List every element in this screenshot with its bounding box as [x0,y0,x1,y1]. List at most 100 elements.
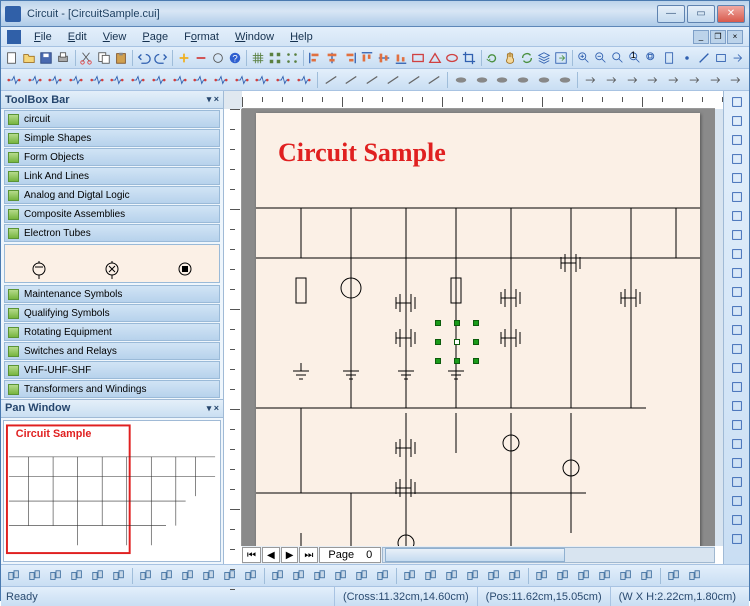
connector-6-button[interactable] [128,71,148,89]
shape-tri-button[interactable] [427,49,443,67]
category-bot-4[interactable]: VHF-UHF-SHF [4,361,220,379]
fill-3-button[interactable] [513,71,533,89]
shape-rect-button[interactable] [410,49,426,67]
arrange-24-button[interactable] [532,567,552,585]
arrow-style-6-button[interactable] [706,71,726,89]
arrange-9-button[interactable] [199,567,219,585]
connector-8-button[interactable] [170,71,190,89]
close-button[interactable]: ✕ [717,5,745,23]
fill-1-button[interactable] [472,71,492,89]
save-button[interactable] [38,49,54,67]
fill-tool-button[interactable] [727,492,747,510]
connector-3-button[interactable] [66,71,86,89]
img-tool-button[interactable] [727,473,747,491]
connector-14-button[interactable] [294,71,314,89]
mdi-close-button[interactable]: × [727,30,743,44]
category-top-2[interactable]: Form Objects [4,148,220,166]
line-tool-button[interactable] [696,49,712,67]
snap-button[interactable] [267,49,283,67]
spline-tool-button[interactable] [727,378,747,396]
ellipse-tool-button[interactable] [727,226,747,244]
fill-4-button[interactable] [534,71,554,89]
tab-nav-prev[interactable]: ◀ [262,547,280,563]
connector-7-button[interactable] [149,71,169,89]
arrow-style-1-button[interactable] [602,71,622,89]
align-top-button[interactable] [359,49,375,67]
rect-tool-button[interactable] [713,49,729,67]
pan-hand-icon[interactable] [501,49,517,67]
paste-button[interactable] [113,49,129,67]
arrange-16-button[interactable] [352,567,372,585]
db-tool-button[interactable] [727,530,747,548]
arrange-1-button[interactable] [25,567,45,585]
toolbox-options-button[interactable]: ▾ × [207,94,219,105]
arrange-25-button[interactable] [553,567,573,585]
line-style-3-button[interactable] [383,71,403,89]
connector-0-button[interactable] [4,71,24,89]
pointer-tool-button[interactable] [727,93,747,111]
arrange-13-button[interactable] [289,567,309,585]
bezier-tool-button[interactable] [727,359,747,377]
freeform-tool-button[interactable] [727,302,747,320]
arrange-8-button[interactable] [178,567,198,585]
category-top-5[interactable]: Composite Assemblies [4,205,220,223]
arrange-22-button[interactable] [484,567,504,585]
arrange-20-button[interactable] [442,567,462,585]
zoom-fit-button[interactable] [610,49,626,67]
tab-nav-next[interactable]: ▶ [281,547,299,563]
arrange-14-button[interactable] [310,567,330,585]
cut-button[interactable] [78,49,94,67]
zoom-sel-button[interactable] [644,49,660,67]
move-tool-button[interactable] [727,340,747,358]
arrange-12-button[interactable] [268,567,288,585]
zoom-100-button[interactable]: 1 [627,49,643,67]
pie-tool-button[interactable] [727,264,747,282]
polygon-tool-button[interactable] [727,283,747,301]
crop-button[interactable] [461,49,477,67]
panwin-options-button[interactable]: ▾ × [207,403,219,414]
menu-view[interactable]: View [96,30,134,44]
rotate-button[interactable] [484,49,500,67]
category-bot-0[interactable]: Maintenance Symbols [4,285,220,303]
arc-tool-button[interactable] [727,245,747,263]
tab-nav-last[interactable]: ⏭ [299,547,318,563]
align-center-v-button[interactable] [376,49,392,67]
grid-button[interactable] [250,49,266,67]
copy-button[interactable] [95,49,111,67]
ruler-vertical[interactable] [224,109,242,546]
arrange-6-button[interactable] [136,567,156,585]
arrange-30-button[interactable] [664,567,684,585]
document-page[interactable]: Circuit Sample [256,113,700,546]
guides-button[interactable] [284,49,300,67]
category-bot-2[interactable]: Rotating Equipment [4,323,220,341]
connector-5-button[interactable] [108,71,128,89]
arrow-style-3-button[interactable] [644,71,664,89]
line-style-5-button[interactable] [424,71,444,89]
arrange-3-button[interactable] [67,567,87,585]
arrange-28-button[interactable] [616,567,636,585]
align-center-h-button[interactable] [324,49,340,67]
category-top-6[interactable]: Electron Tubes [4,224,220,242]
line-style-0-button[interactable] [321,71,341,89]
category-top-0[interactable]: circuit [4,110,220,128]
connector-10-button[interactable] [211,71,231,89]
connector-2-button[interactable] [45,71,65,89]
export-button[interactable] [553,49,569,67]
print-button[interactable] [55,49,71,67]
selection-handles[interactable] [438,323,476,361]
remove-button[interactable] [193,49,209,67]
category-bot-5[interactable]: Transformers and Windings [4,380,220,398]
round-rect-tool-button[interactable] [727,207,747,225]
fill-0-button[interactable] [451,71,471,89]
scroll-thumb[interactable] [385,548,565,562]
line-style-4-button[interactable] [404,71,424,89]
menu-help[interactable]: Help [283,30,320,44]
connector-1-button[interactable] [25,71,45,89]
menu-window[interactable]: Window [228,30,281,44]
category-top-4[interactable]: Analog and Digtal Logic [4,186,220,204]
layers-button[interactable] [536,49,552,67]
menu-page[interactable]: Page [135,30,175,44]
canvas-viewport[interactable]: Circuit Sample [242,109,715,546]
symbol-1[interactable]: Title [78,253,147,283]
zoom-page-button[interactable] [662,49,678,67]
